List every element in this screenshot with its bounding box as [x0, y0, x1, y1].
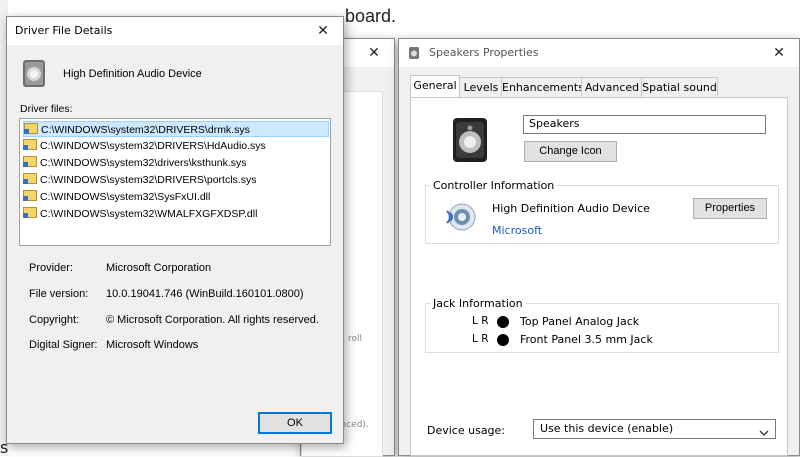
- ok-button[interactable]: OK: [258, 412, 332, 434]
- list-item[interactable]: C:\WINDOWS\system32\DRIVERS\portcls.sys: [23, 172, 256, 188]
- properties-button[interactable]: Properties: [693, 198, 767, 219]
- copyright-label: Copyright:: [29, 314, 80, 326]
- tab-spatial-sound[interactable]: Spatial sound: [641, 77, 718, 98]
- driver-dialog-titlebar: Driver File Details ✕: [7, 17, 343, 45]
- driver-files-list[interactable]: C:\WINDOWS\system32\DRIVERS\drmk.sys C:\…: [19, 118, 331, 246]
- jack-dot-icon: [497, 316, 509, 328]
- list-item[interactable]: C:\WINDOWS\system32\DRIVERS\drmk.sys: [23, 121, 329, 137]
- device-usage-select[interactable]: Use this device (enable): [533, 419, 776, 439]
- driver-files-label: Driver files:: [20, 103, 73, 115]
- jack-name: Front Panel 3.5 mm Jack: [520, 333, 653, 346]
- background-heading-fragment: board.: [345, 6, 397, 26]
- digital-signer-value: Microsoft Windows: [106, 339, 199, 351]
- tab-enhancements[interactable]: Enhancements: [501, 77, 584, 98]
- tab-advanced[interactable]: Advanced: [581, 77, 643, 98]
- device-name-input[interactable]: Speakers: [523, 115, 766, 134]
- close-icon: ✕: [773, 45, 785, 61]
- driver-dialog-close-button[interactable]: ✕: [303, 17, 343, 45]
- jack-channels: L R: [472, 315, 489, 327]
- tab-levels[interactable]: Levels: [459, 77, 503, 98]
- file-icon: [23, 139, 37, 150]
- jack-name: Top Panel Analog Jack: [520, 315, 640, 328]
- driver-file-details-dialog: Driver File Details ✕ High Definition Au…: [6, 16, 344, 444]
- file-icon: [23, 156, 37, 167]
- change-icon-button[interactable]: Change Icon: [524, 141, 617, 162]
- jack-group-title: Jack Information: [430, 297, 526, 310]
- controller-vendor-link[interactable]: Microsoft: [492, 224, 542, 237]
- digital-signer-label: Digital Signer:: [29, 339, 98, 351]
- device-name: High Definition Audio Device: [63, 68, 202, 80]
- file-icon: [23, 173, 37, 184]
- file-version-label: File version:: [29, 288, 89, 300]
- chevron-down-icon: [759, 425, 769, 436]
- file-icon: [23, 207, 37, 218]
- file-version-value: 10.0.19041.746 (WinBuild.160101.0800): [106, 288, 304, 300]
- provider-value: Microsoft Corporation: [106, 262, 212, 274]
- file-path: C:\WINDOWS\system32\SysFxUI.dll: [40, 191, 211, 203]
- file-path: C:\WINDOWS\system32\DRIVERS\HdAudio.sys: [40, 140, 266, 152]
- list-item[interactable]: C:\WINDOWS\system32\SysFxUI.dll: [23, 189, 210, 205]
- list-item[interactable]: C:\WINDOWS\system32\WMALFXGFXDSP.dll: [23, 206, 257, 222]
- controller-name: High Definition Audio Device: [492, 202, 650, 215]
- close-icon: ✕: [368, 45, 380, 61]
- copyright-value: © Microsoft Corporation. All rights rese…: [106, 314, 319, 326]
- speakers-dialog-close-button[interactable]: ✕: [759, 39, 799, 67]
- file-icon: [23, 190, 37, 201]
- file-path: C:\WINDOWS\system32\WMALFXGFXDSP.dll: [40, 208, 258, 220]
- close-icon: ✕: [317, 23, 329, 39]
- driver-dialog-title: Driver File Details: [15, 24, 113, 37]
- device-usage-value: Use this device (enable): [540, 422, 674, 435]
- audio-device-icon: [444, 200, 478, 234]
- speaker-icon: [21, 59, 49, 89]
- file-path: C:\WINDOWS\system32\DRIVERS\drmk.sys: [41, 124, 250, 136]
- jack-dot-icon: [497, 334, 509, 346]
- speakers-dialog-title: Speakers Properties: [429, 46, 539, 59]
- middle-window-hint: roll: [348, 334, 363, 344]
- speaker-icon: [450, 116, 490, 164]
- speaker-icon: [408, 47, 420, 59]
- speakers-dialog-titlebar: Speakers Properties ✕: [399, 39, 799, 67]
- controller-group-title: Controller Information: [430, 179, 558, 192]
- middle-window-close-button[interactable]: ✕: [354, 39, 394, 67]
- file-path: C:\WINDOWS\system32\DRIVERS\portcls.sys: [40, 174, 257, 186]
- tab-general[interactable]: General: [410, 75, 460, 99]
- device-usage-label: Device usage:: [427, 424, 506, 437]
- file-path: C:\WINDOWS\system32\drivers\ksthunk.sys: [40, 157, 247, 169]
- list-item[interactable]: C:\WINDOWS\system32\drivers\ksthunk.sys: [23, 155, 247, 171]
- provider-label: Provider:: [29, 262, 74, 274]
- file-icon: [24, 123, 38, 134]
- jack-channels: L R: [472, 333, 489, 345]
- list-item[interactable]: C:\WINDOWS\system32\DRIVERS\HdAudio.sys: [23, 138, 266, 154]
